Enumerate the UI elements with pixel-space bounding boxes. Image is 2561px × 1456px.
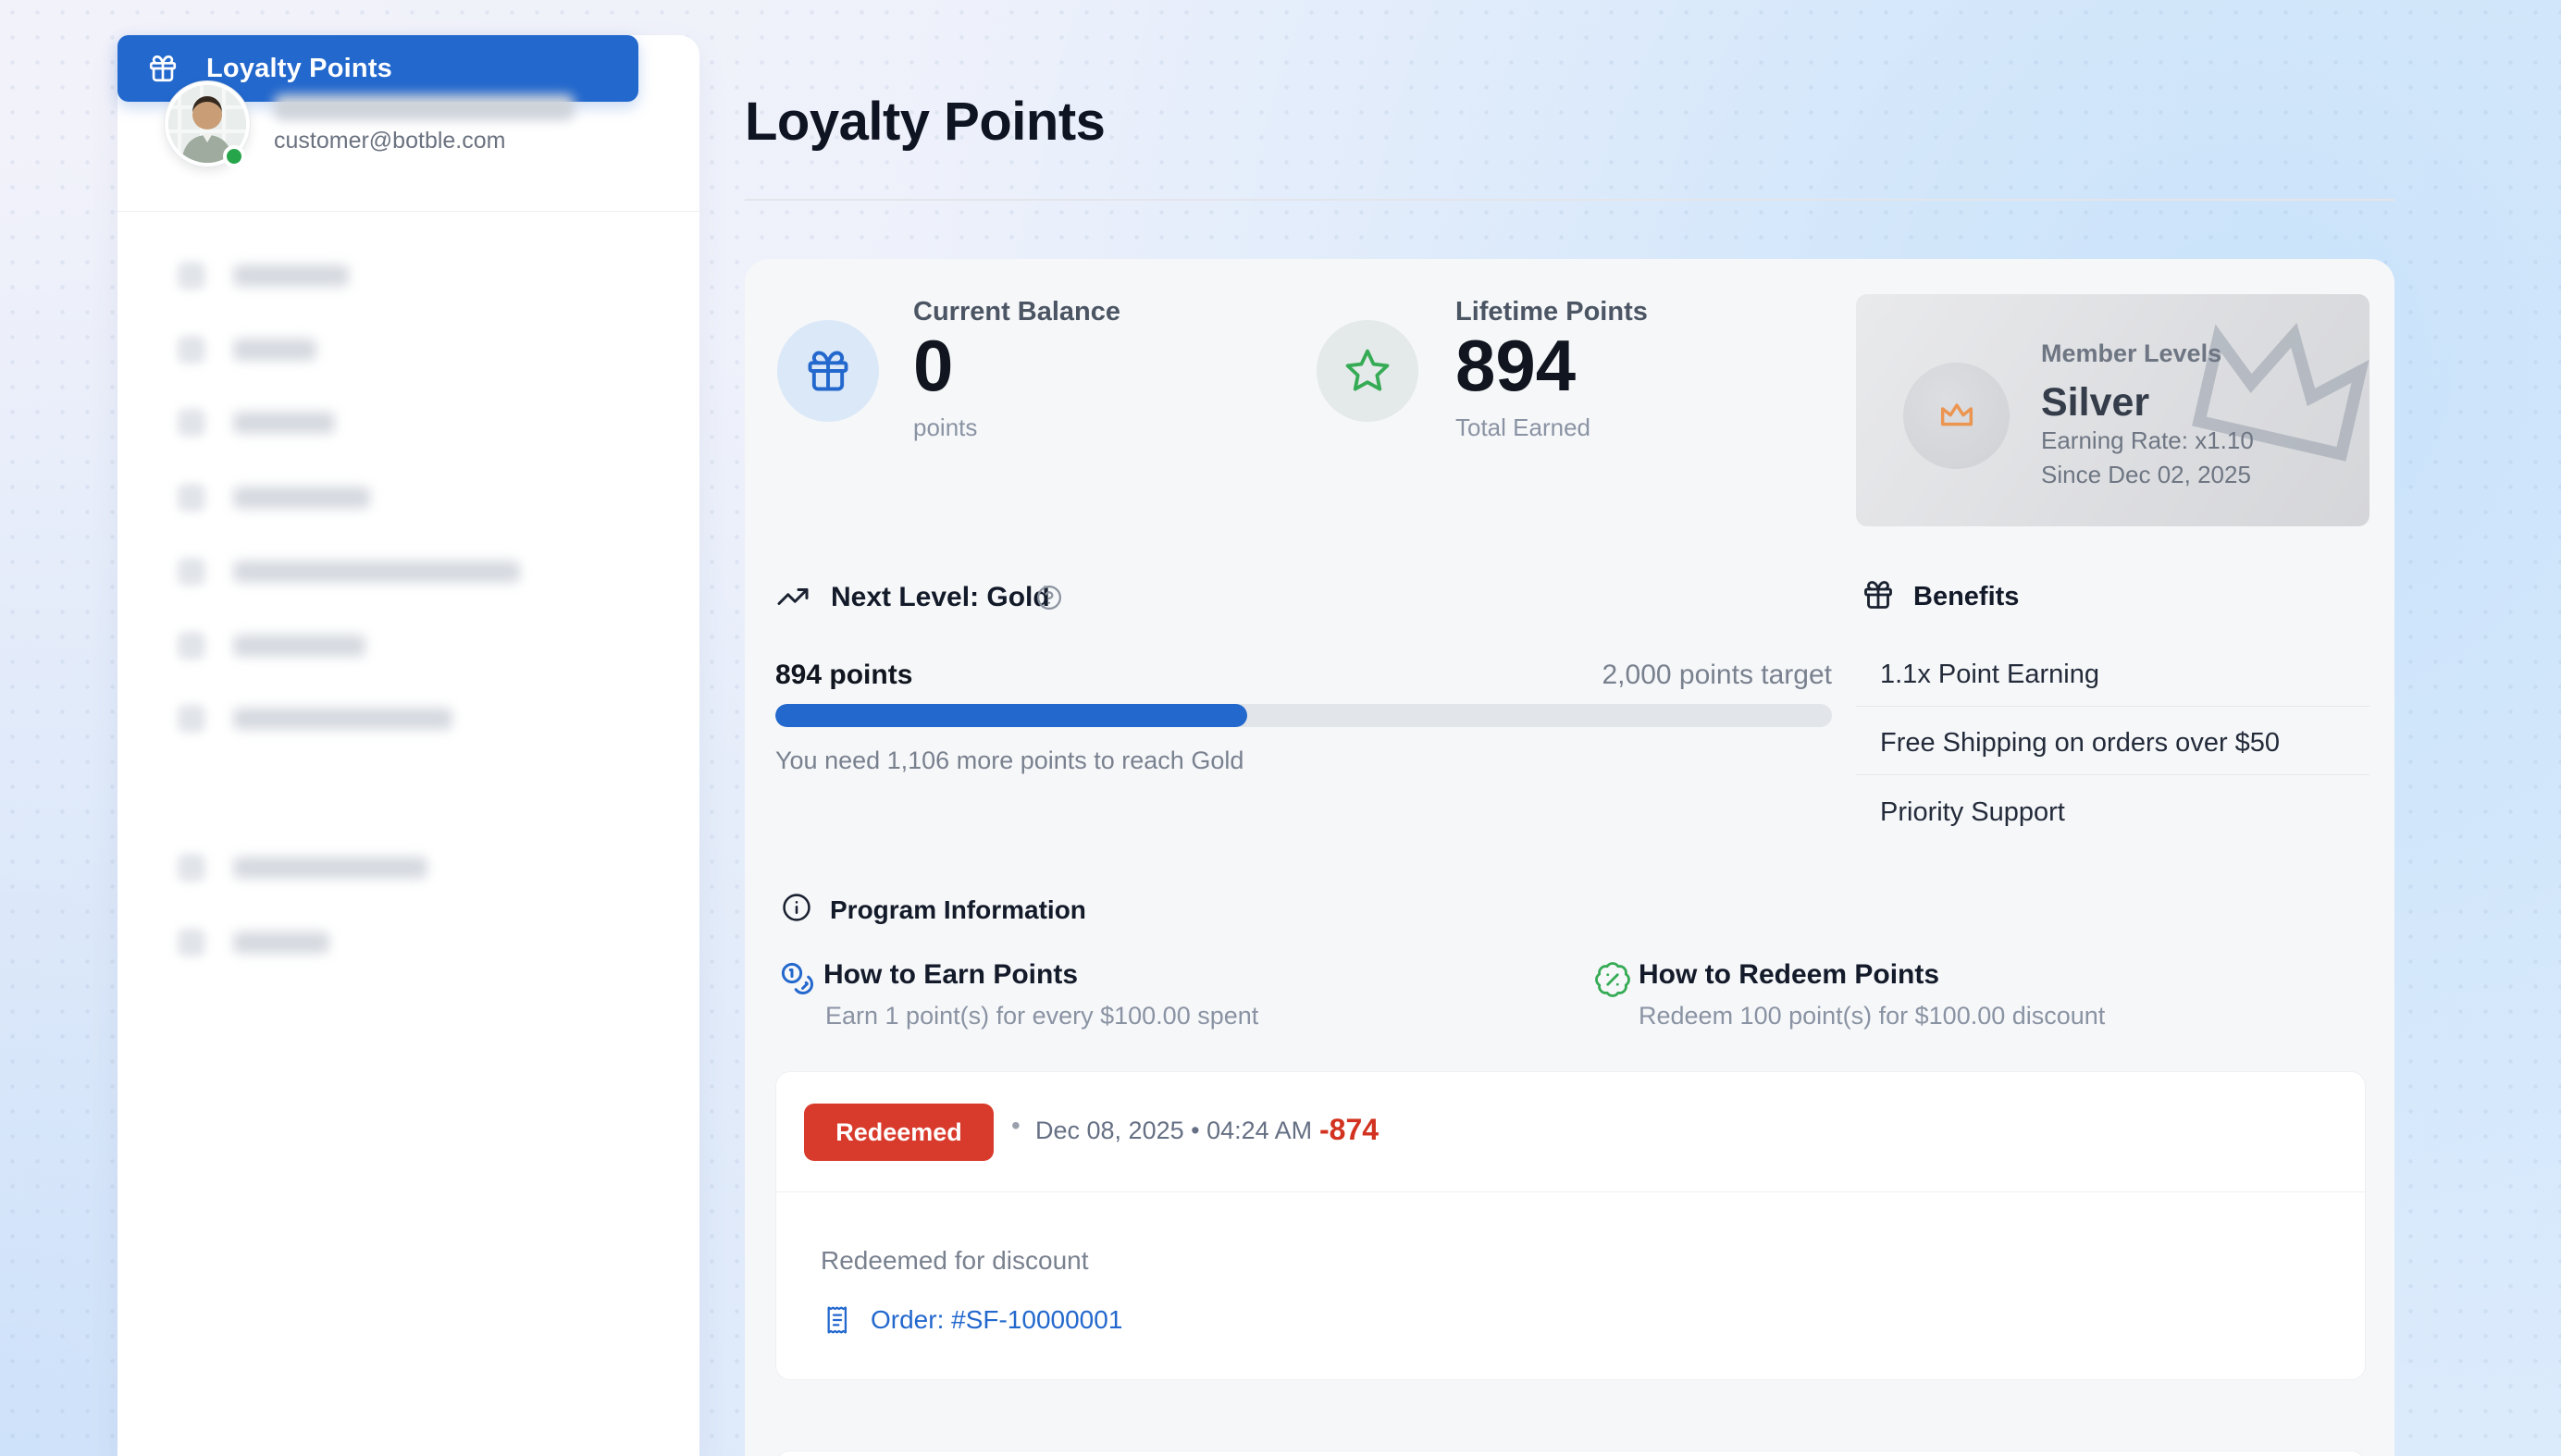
trending-up-icon [776,580,810,613]
transaction-card: Redeemed • Dec 08, 2025 • 04:24 AM -874 … [775,1071,2366,1380]
current-balance-label: Current Balance [913,297,1120,327]
crown-icon [1936,395,1978,438]
current-balance-icon-circle [777,320,879,422]
next-transaction-card-partial [775,1450,2366,1456]
sidebar-divider [118,211,699,212]
menu-label-redacted [233,708,452,730]
user-email: customer@botble.com [274,128,505,154]
lifetime-points-icon-circle [1317,320,1418,422]
title-divider [745,199,2394,201]
progress-bar [775,704,1832,727]
sidebar-item-redacted[interactable] [148,320,669,379]
menu-icon-redacted [178,558,205,586]
transaction-order-text: Order: #SF-10000001 [871,1305,1122,1335]
menu-icon-redacted [178,262,205,290]
sidebar-item-redacted[interactable] [148,838,669,897]
menu-label-redacted [233,635,365,657]
benefit-item: 1.1x Point Earning [1880,660,2099,690]
sidebar: customer@botble.com Loyalty Points [118,35,699,1456]
lifetime-points-value: 894 [1455,329,1576,401]
coins-icon [779,960,818,999]
progress-target-points: 2,000 points target [775,660,1832,691]
sidebar-item-redacted[interactable] [148,542,669,601]
crown-decorative-icon [2168,294,2369,484]
menu-label-redacted [233,487,370,509]
transaction-date: Dec 08, 2025 • 04:24 AM [1035,1117,1312,1145]
benefit-item: Priority Support [1880,797,2065,828]
page-title: Loyalty Points [745,91,1105,153]
user-name-redacted [274,94,575,120]
menu-label-redacted [233,265,349,287]
menu-label-redacted [233,412,335,434]
program-info-title: Program Information [830,895,1086,925]
member-since-date: Since Dec 02, 2025 [2041,461,2251,489]
transaction-divider [776,1191,2365,1192]
sidebar-item-label: Loyalty Points [206,54,392,84]
gift-icon [147,53,179,84]
progress-hint: You need 1,106 more points to reach Gold [775,747,1243,775]
transaction-separator: • [1011,1111,1021,1141]
online-status-dot [223,145,245,167]
current-balance-value: 0 [913,329,953,401]
transaction-amount: -874 [1319,1113,1379,1147]
menu-icon-redacted [178,336,205,364]
gift-icon [1862,578,1895,611]
star-icon [1342,346,1392,396]
menu-label-redacted [233,857,427,879]
loyalty-summary-card: Current Balance 0 points Lifetime Points… [745,259,2394,1456]
receipt-icon [823,1305,852,1335]
sidebar-item-redacted[interactable] [148,689,669,748]
sidebar-item-redacted[interactable] [148,616,669,675]
badge-percent-icon [1593,960,1632,999]
transaction-order-link[interactable]: Order: #SF-10000001 [823,1305,1122,1335]
lifetime-points-label: Lifetime Points [1455,297,1648,327]
how-to-redeem-desc: Redeem 100 point(s) for $100.00 discount [1639,1002,2105,1030]
benefits-title: Benefits [1913,582,2019,612]
member-level-header: Member Levels [2041,339,2221,368]
menu-label-redacted [233,339,316,361]
menu-icon-redacted [178,484,205,512]
transaction-status-badge: Redeemed [804,1104,994,1161]
member-level-card: Member Levels Silver Earning Rate: x1.10… [1856,294,2369,526]
benefits-divider [1856,706,2369,707]
how-to-earn-title: How to Earn Points [823,959,1078,991]
menu-icon-redacted [178,409,205,437]
member-level-name: Silver [2041,380,2149,426]
menu-icon-redacted [178,929,205,956]
help-circle-icon[interactable] [1035,584,1063,611]
info-icon [781,892,812,923]
gift-icon [804,347,852,395]
crown-icon-circle [1903,363,2010,469]
sidebar-item-redacted[interactable] [148,468,669,527]
menu-icon-redacted [178,854,205,882]
sidebar-item-redacted[interactable] [148,246,669,305]
how-to-redeem-title: How to Redeem Points [1639,959,1939,991]
progress-fill [775,704,1247,727]
sidebar-item-redacted[interactable] [148,393,669,452]
member-earning-rate: Earning Rate: x1.10 [2041,426,2254,455]
benefit-item: Free Shipping on orders over $50 [1880,728,2280,759]
sidebar-item-redacted[interactable] [148,913,669,972]
transaction-description: Redeemed for discount [821,1246,1089,1276]
next-level-title: Next Level: Gold [831,582,1050,613]
menu-label-redacted [233,932,329,954]
lifetime-points-unit: Total Earned [1455,413,1590,442]
menu-icon-redacted [178,705,205,733]
current-balance-unit: points [913,413,977,442]
benefits-divider [1856,774,2369,775]
menu-icon-redacted [178,632,205,660]
menu-label-redacted [233,561,520,583]
how-to-earn-desc: Earn 1 point(s) for every $100.00 spent [825,1002,1258,1030]
